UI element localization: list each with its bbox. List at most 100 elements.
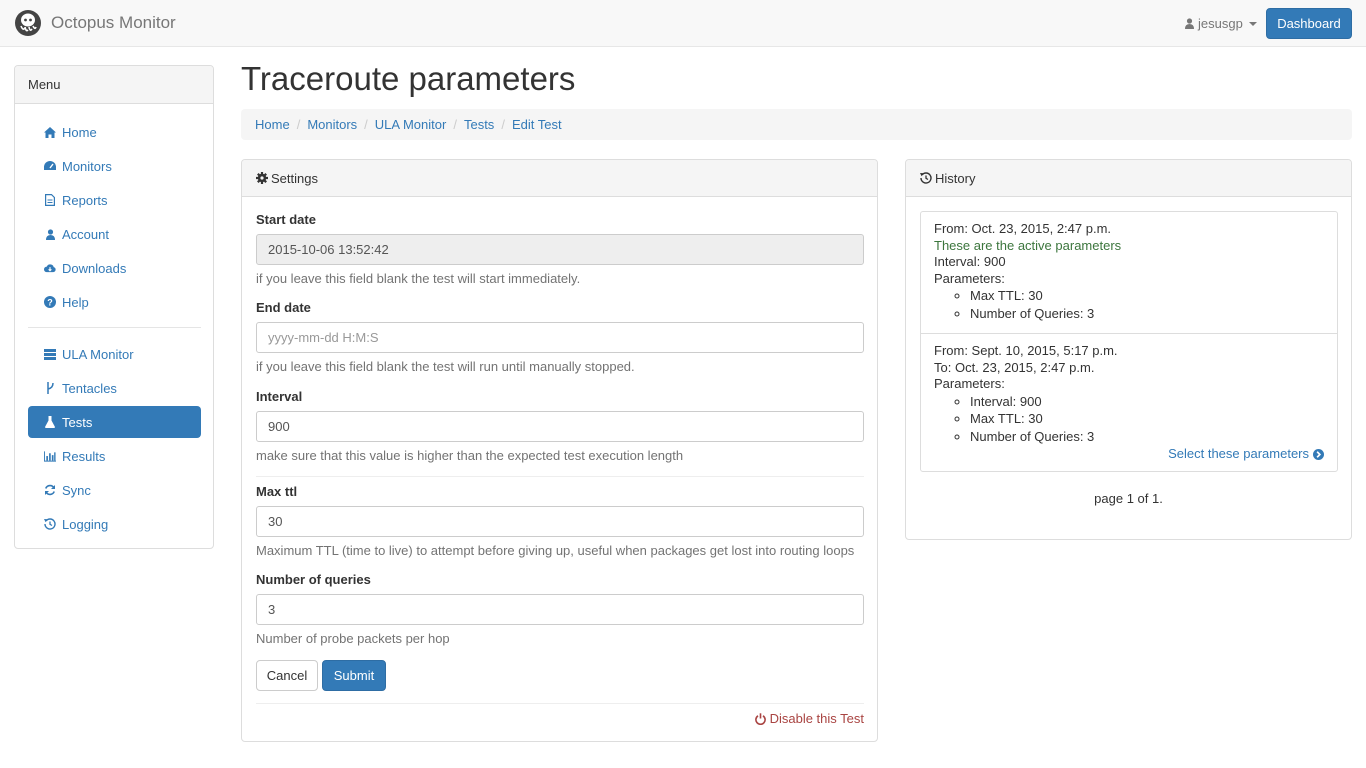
user-icon: [44, 228, 56, 240]
octopus-logo-icon: [15, 10, 41, 36]
history-list: From: Oct. 23, 2015, 2:47 p.m. These are…: [920, 211, 1338, 472]
end-date-input[interactable]: [256, 322, 864, 353]
page-title: Traceroute parameters: [241, 60, 576, 97]
max-ttl-label: Max ttl: [256, 484, 298, 499]
submit-button[interactable]: Submit: [322, 660, 386, 691]
end-date-group: End date if you leave this field blank t…: [256, 300, 864, 374]
interval-input[interactable]: [256, 411, 864, 442]
history-params-label: Parameters:: [934, 376, 1005, 391]
settings-panel: Settings Start date if you leave this fi…: [241, 159, 878, 742]
settings-panel-header: Settings: [242, 160, 877, 197]
sidebar-item-home[interactable]: Home: [28, 116, 201, 148]
history-entry-active: From: Oct. 23, 2015, 2:47 p.m. These are…: [921, 212, 1337, 333]
interval-group: Interval make sure that this value is hi…: [256, 389, 864, 463]
user-menu[interactable]: jesusgp: [1185, 16, 1257, 31]
breadcrumb-monitors[interactable]: Monitors: [307, 117, 357, 132]
sidebar-item-label: Monitors: [62, 158, 112, 174]
cloud-download-icon: [44, 262, 56, 274]
sidebar-item-account[interactable]: Account: [28, 218, 201, 250]
form-divider: [256, 476, 864, 477]
branch-icon: [44, 382, 56, 394]
sidebar-item-ula-monitor[interactable]: ULA Monitor: [28, 338, 201, 370]
history-panel-header: History: [906, 160, 1351, 197]
sidebar-item-downloads[interactable]: Downloads: [28, 252, 201, 284]
sidebar-item-logging[interactable]: Logging: [28, 508, 201, 540]
sidebar-item-label: Tests: [62, 414, 93, 430]
history-params-label: Parameters:: [934, 270, 1005, 286]
end-date-label: End date: [256, 300, 311, 315]
history-icon: [920, 172, 932, 184]
sidebar-item-label: Logging: [62, 516, 109, 532]
history-panel: History From: Oct. 23, 2015, 2:47 p.m. T…: [905, 159, 1352, 540]
sidebar-item-label: Sync: [62, 482, 91, 498]
breadcrumb: Home / Monitors / ULA Monitor / Tests / …: [241, 109, 1352, 140]
user-icon: [1185, 18, 1194, 29]
sidebar-divider: [28, 327, 201, 328]
caret-down-icon: [1248, 21, 1257, 26]
sidebar-item-reports[interactable]: Reports: [28, 184, 201, 216]
footer-divider: [256, 703, 864, 704]
history-entry-previous: From: Sept. 10, 2015, 5:17 p.m. To: Oct.…: [921, 333, 1337, 472]
sidebar-item-label: Downloads: [62, 260, 127, 276]
history-param: Interval: 900: [970, 393, 1324, 411]
breadcrumb-separator: /: [364, 117, 368, 132]
history-params-list: Max TTL: 30 Number of Queries: 3: [934, 287, 1324, 322]
sidebar-item-label: Account: [62, 226, 109, 242]
max-ttl-group: Max ttl Maximum TTL (time to live) to at…: [256, 484, 864, 558]
select-parameters-link[interactable]: Select these parameters: [1168, 446, 1309, 463]
sidebar-title: Menu: [15, 66, 213, 104]
flask-icon: [44, 416, 56, 428]
start-date-group: Start date if you leave this field blank…: [256, 212, 864, 286]
username: jesusgp: [1198, 16, 1243, 31]
queries-label: Number of queries: [256, 572, 371, 587]
sidebar-item-sync[interactable]: Sync: [28, 474, 201, 506]
dashboard-button[interactable]: Dashboard: [1266, 8, 1352, 39]
history-icon: [44, 518, 56, 530]
interval-help: make sure that this value is higher than…: [256, 448, 684, 463]
breadcrumb-separator: /: [296, 117, 301, 132]
start-date-input[interactable]: [256, 234, 864, 265]
max-ttl-input[interactable]: [256, 506, 864, 537]
sidebar-item-monitors[interactable]: Monitors: [28, 150, 201, 182]
breadcrumb-ula-monitor[interactable]: ULA Monitor: [375, 117, 447, 132]
brand-link[interactable]: Octopus Monitor: [14, 9, 176, 37]
history-params-list: Interval: 900 Max TTL: 30 Number of Quer…: [934, 393, 1324, 446]
refresh-icon: [44, 484, 56, 496]
history-from: From: Oct. 23, 2015, 2:47 p.m.: [934, 221, 1112, 236]
server-icon: [44, 348, 56, 360]
sidebar-item-tests[interactable]: Tests: [28, 406, 201, 438]
file-icon: [44, 194, 56, 206]
pagination-text: page 1 of 1.: [1094, 491, 1163, 506]
breadcrumb-home[interactable]: Home: [255, 117, 290, 132]
sidebar-item-label: Help: [62, 294, 89, 310]
sidebar-item-label: Home: [62, 124, 97, 140]
breadcrumb-tests[interactable]: Tests: [464, 117, 494, 132]
sidebar-item-help[interactable]: ? Help: [28, 286, 201, 318]
sidebar-item-results[interactable]: Results: [28, 440, 201, 472]
history-title: History: [935, 170, 976, 186]
sidebar-item-label: Reports: [62, 192, 108, 208]
disable-test-link[interactable]: Disable this Test: [754, 711, 864, 726]
settings-title: Settings: [271, 170, 318, 186]
breadcrumb-edit-test[interactable]: Edit Test: [512, 117, 562, 132]
start-date-help: if you leave this field blank the test w…: [256, 271, 581, 286]
sidebar-item-label: ULA Monitor: [62, 346, 134, 362]
interval-label: Interval: [256, 389, 303, 404]
history-param: Number of Queries: 3: [970, 305, 1324, 323]
active-parameters-note: These are the active parameters: [934, 237, 1122, 253]
queries-input[interactable]: [256, 594, 864, 625]
question-icon: ?: [44, 296, 56, 308]
breadcrumb-separator: /: [501, 117, 505, 132]
history-param: Number of Queries: 3: [970, 428, 1324, 446]
home-icon: [44, 126, 56, 138]
sidebar-item-label: Tentacles: [62, 380, 117, 396]
sidebar-item-tentacles[interactable]: Tentacles: [28, 372, 201, 404]
sidebar-menu: Menu Home Monitors Reports Account Downl…: [14, 65, 214, 549]
select-parameters-row: Select these parameters: [934, 446, 1324, 463]
svg-text:?: ?: [47, 298, 53, 308]
top-navbar: Octopus Monitor jesusgp Dashboard: [0, 0, 1366, 47]
dashboard-icon: [44, 160, 56, 172]
cancel-button[interactable]: Cancel: [256, 660, 318, 691]
history-interval: Interval: 900: [934, 254, 1006, 269]
arrow-circle-right-icon[interactable]: [1313, 448, 1324, 460]
